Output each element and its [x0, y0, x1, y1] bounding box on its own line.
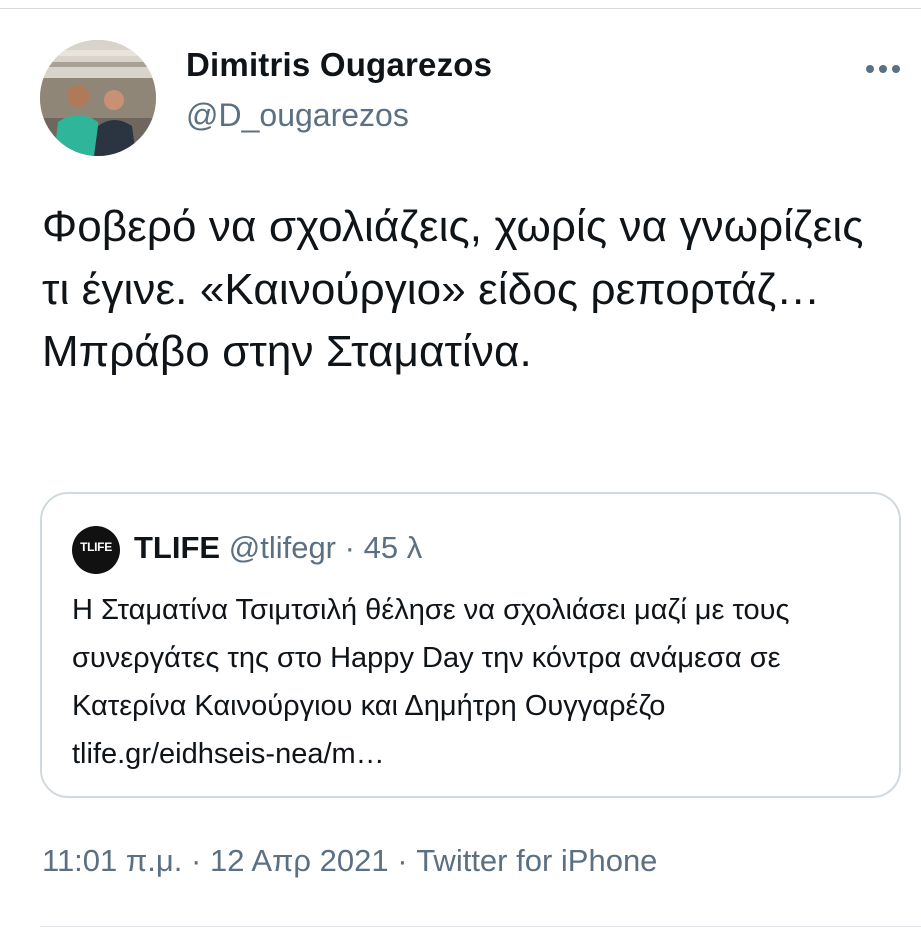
separator-dot: ·: [344, 530, 355, 565]
tweet-date[interactable]: 12 Απρ 2021: [210, 843, 389, 878]
more-horizontal-icon: [866, 65, 874, 73]
tlife-logo-text: TLIFE: [80, 540, 112, 554]
separator-dot: ·: [397, 843, 408, 878]
tweet-source[interactable]: Twitter for iPhone: [416, 843, 657, 878]
quoted-author-name[interactable]: TLIFE: [134, 530, 220, 565]
avatar-photo: [40, 40, 156, 156]
quoted-author-avatar[interactable]: TLIFE: [72, 526, 120, 574]
more-options-button[interactable]: [858, 56, 908, 82]
quoted-author-handle[interactable]: @tlifegr: [229, 530, 336, 565]
quoted-tweet-text: Η Σταματίνα Τσιμτσιλή θέλησε να σχολιάσε…: [72, 594, 790, 770]
author-handle[interactable]: @D_ougarezos: [186, 97, 409, 134]
more-horizontal-icon-dot: [892, 65, 900, 73]
tweet-time[interactable]: 11:01 π.μ.: [42, 843, 182, 878]
author-name[interactable]: Dimitris Ougarezos: [186, 46, 492, 84]
quoted-tweet-card[interactable]: TLIFE TLIFE @tlifegr · 45 λ Η Σταματίνα …: [40, 492, 901, 798]
separator-dot: ·: [191, 843, 202, 878]
more-horizontal-icon-dot: [879, 65, 887, 73]
tweet-metadata: 11:01 π.μ. · 12 Απρ 2021 · Twitter for i…: [42, 843, 657, 879]
author-avatar[interactable]: [40, 40, 156, 156]
bottom-divider: [40, 926, 921, 927]
tweet-text: Φοβερό να σχολιάζεις, χωρίς να γνωρίζεις…: [42, 202, 864, 376]
quoted-tweet-header: TLIFE @tlifegr · 45 λ: [134, 530, 422, 566]
top-divider: [0, 8, 921, 9]
quoted-tweet-time[interactable]: 45 λ: [364, 530, 423, 565]
